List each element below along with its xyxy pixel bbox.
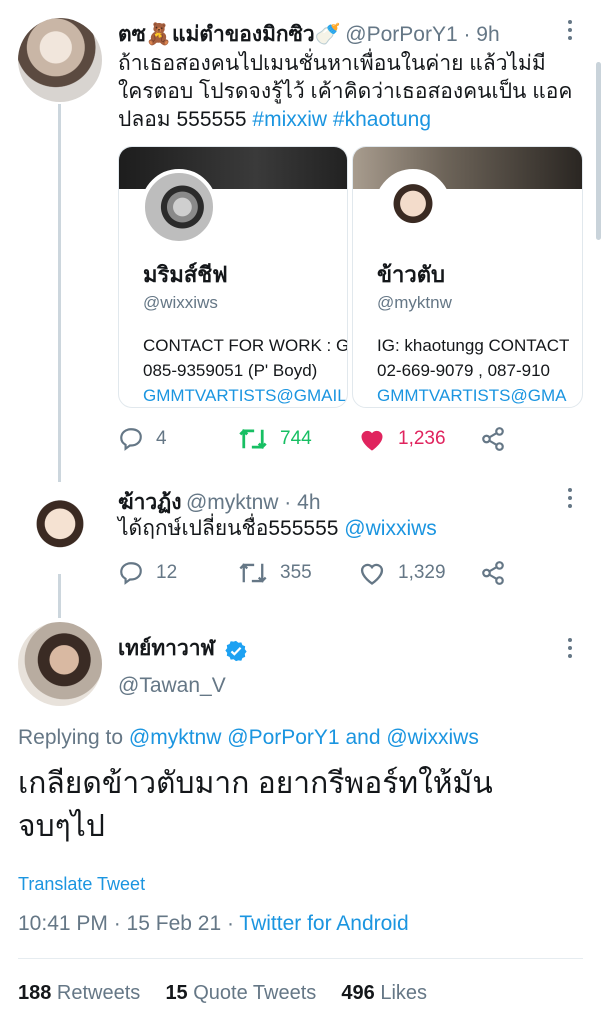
retweet-icon — [239, 563, 267, 583]
verified-icon — [225, 640, 247, 661]
reply-count: 12 — [156, 562, 178, 583]
thread-line — [58, 104, 61, 482]
translate-tweet-link[interactable]: Translate Tweet — [18, 874, 145, 895]
timestamp[interactable]: 10:41 PM · 15 Feb 21 · — [18, 912, 239, 935]
source-link[interactable]: Twitter for Android — [239, 912, 408, 935]
bio-link[interactable]: GMMTVARTISTS@GMAIL — [143, 383, 347, 407]
like-button[interactable]: 1,329 — [358, 560, 446, 586]
replying-label: Replying to — [18, 726, 129, 749]
avatar[interactable] — [375, 169, 451, 245]
replying-to: Replying to @myktnw @PorPorY1 and @wixxi… — [18, 726, 479, 750]
like-count: 1,236 — [398, 428, 446, 449]
tweet-text-line: ถ้าเธอสองคนไปเมนชั่นหาเพื่อนในค่าย แล้วไ… — [118, 52, 546, 75]
bio-line: 02-669-9079 , 087-910 — [377, 361, 550, 380]
author-handle[interactable]: @Tawan_V — [118, 674, 226, 698]
stat-number: 496 — [341, 982, 375, 1004]
avatar[interactable] — [141, 169, 217, 245]
like-button[interactable]: 1,236 — [358, 426, 446, 452]
tweet-text: ถ้าเธอสองคนไปเมนชั่นหาเพื่อนในค่าย แล้วไ… — [118, 50, 588, 134]
tweet-text-line: ปลอม 555555 — [118, 108, 253, 131]
avatar[interactable] — [18, 622, 102, 706]
reply-icon — [120, 562, 142, 585]
profile-bio: IG: khaotungg CONTACT 02-669-9079 , 087-… — [377, 333, 570, 407]
like-icon — [360, 563, 384, 585]
retweet-count: 744 — [280, 428, 312, 449]
share-button[interactable] — [480, 560, 518, 586]
stat-number: 15 — [165, 982, 188, 1004]
stat-number: 188 — [18, 982, 52, 1004]
mention-link[interactable]: @PorPorY1 — [227, 726, 339, 749]
author-name[interactable]: ตซ🧸แม่ตำของมิกซิว🍼 — [118, 23, 341, 46]
more-icon[interactable] — [567, 20, 573, 44]
retweets-stat[interactable]: 188 Retweets — [18, 982, 140, 1004]
bio-line: CONTACT FOR WORK : G — [143, 336, 348, 355]
retweet-count: 355 — [280, 562, 312, 583]
mention-link[interactable]: @myktnw — [129, 726, 222, 749]
scrollbar[interactable] — [596, 62, 601, 240]
profile-name: มริมส์ชีฟ — [143, 262, 228, 287]
author-handle[interactable]: @myktnw · 4h — [186, 491, 321, 514]
profile-bio: CONTACT FOR WORK : G 085-9359051 (P' Boy… — [143, 333, 348, 407]
profile-handle: @wixxiws — [143, 293, 218, 312]
tweet-timestamp: 10:41 PM · 15 Feb 21 · Twitter for Andro… — [18, 912, 409, 936]
share-button[interactable] — [480, 426, 518, 452]
profile-name: ข้าวตับ — [377, 262, 445, 287]
profile-card[interactable]: ข้าวตับ @myktnw IG: khaotungg CONTACT 02… — [352, 146, 583, 408]
author-name[interactable]: ฆ้าวฏ้ง — [118, 491, 182, 514]
share-icon — [482, 561, 504, 585]
more-icon[interactable] — [567, 488, 573, 512]
author-name[interactable]: เทย์ทาวาฬ — [118, 637, 215, 660]
tweet-text-line: จบๆไป — [18, 810, 105, 843]
stat-label: Likes — [374, 982, 428, 1004]
avatar[interactable] — [18, 486, 102, 570]
more-icon[interactable] — [567, 638, 573, 662]
tweet-stats: 188 Retweets 15 Quote Tweets 496 Likes — [18, 982, 427, 1005]
reply-icon — [120, 428, 142, 451]
bio-line: 085-9359051 (P' Boyd) — [143, 361, 318, 380]
share-icon — [482, 427, 504, 451]
tweet-text-line: ใครตอบ โปรดจงรู้ไว้ เค้าคิดว่าเธอสองคนเป… — [118, 80, 573, 103]
mention-link[interactable]: @wixxiws — [344, 517, 436, 540]
hashtag-link[interactable]: #mixxiw — [252, 108, 327, 131]
reply-count: 4 — [156, 428, 167, 449]
profile-card[interactable]: มริมส์ชีฟ @wixxiws CONTACT FOR WORK : G … — [118, 146, 348, 408]
hashtag-link[interactable]: #khaotung — [333, 108, 431, 131]
likes-stat[interactable]: 496 Likes — [341, 982, 427, 1004]
tweet-text: เกลียดข้าวตับมาก อยากรีพอร์ทให้มัน จบๆไป — [18, 762, 493, 848]
stat-label: Quote Tweets — [187, 982, 317, 1004]
tweet-text: ได้ฤกษ์เปลี่ยนชื่อ555555 @wixxiws — [118, 515, 437, 543]
bio-link[interactable]: GMMTVARTISTS@GMA — [377, 383, 569, 407]
retweet-button[interactable]: 744 — [238, 426, 312, 452]
retweet-icon — [239, 428, 267, 450]
stat-label: Retweets — [51, 982, 141, 1004]
reply-button[interactable]: 4 — [118, 426, 167, 452]
mention-link[interactable]: @wixxiws — [386, 726, 478, 749]
profile-handle: @myktnw — [377, 293, 452, 312]
tweet-text-line: เกลียดข้าวตับมาก อยากรีพอร์ทให้มัน — [18, 767, 493, 800]
avatar[interactable] — [18, 18, 102, 102]
like-icon — [361, 430, 383, 451]
quote-tweets-stat[interactable]: 15 Quote Tweets — [165, 982, 316, 1004]
divider — [18, 958, 583, 959]
bio-line: IG: khaotungg CONTACT — [377, 336, 570, 355]
thread-line — [58, 574, 61, 618]
like-count: 1,329 — [398, 562, 446, 583]
tweet-text-line: ได้ฤกษ์เปลี่ยนชื่อ555555 — [118, 517, 345, 540]
replying-and: and — [339, 726, 387, 749]
reply-button[interactable]: 12 — [118, 560, 177, 586]
retweet-button[interactable]: 355 — [238, 560, 312, 586]
author-handle[interactable]: @PorPorY1 · 9h — [345, 23, 499, 46]
